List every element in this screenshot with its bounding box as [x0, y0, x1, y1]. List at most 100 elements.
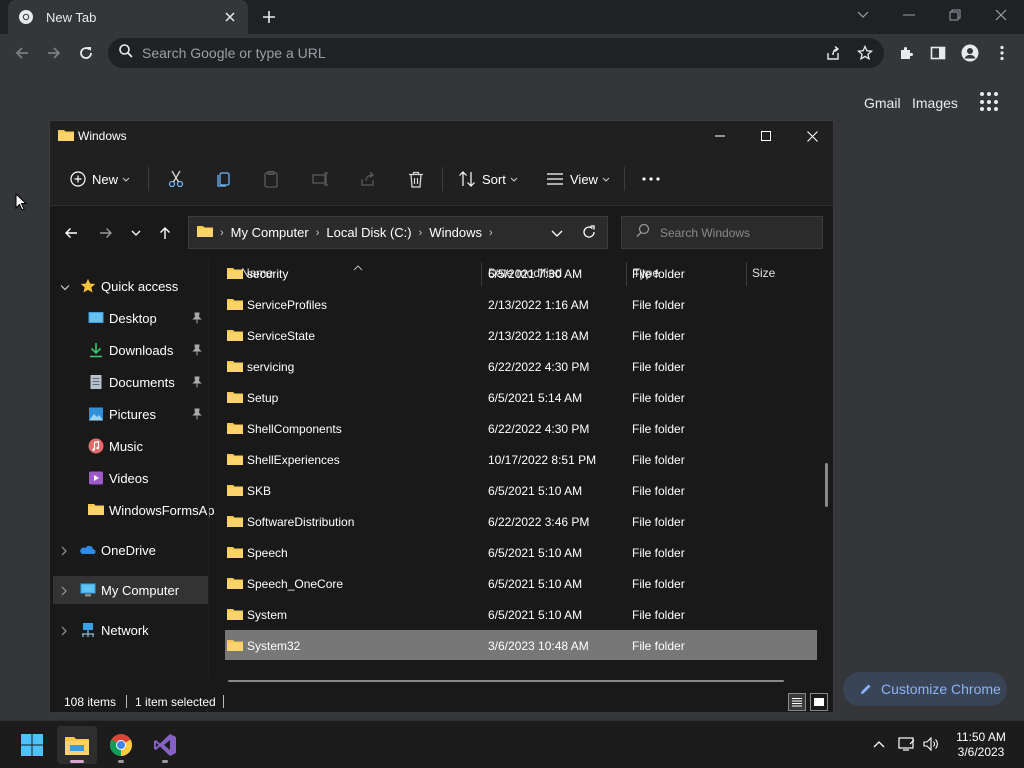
chevron-down-icon[interactable] — [60, 280, 70, 295]
nav-documents-label: Documents — [109, 375, 175, 390]
new-tab-button[interactable] — [258, 6, 280, 28]
profile-avatar-icon[interactable] — [956, 39, 984, 67]
search-input[interactable] — [660, 225, 810, 240]
nav-network[interactable]: Network — [50, 616, 208, 644]
omnibox[interactable] — [108, 38, 884, 68]
images-link[interactable]: Images — [912, 95, 958, 111]
nav-desktop[interactable]: Desktop — [50, 304, 208, 332]
view-button[interactable]: View — [546, 165, 610, 193]
table-row[interactable]: SKB 6/5/2021 5:10 AM File folder — [225, 475, 817, 505]
navigation-pane: Quick access Desktop Downloads Documents… — [50, 258, 214, 678]
details-view-icon[interactable] — [788, 693, 806, 711]
table-row[interactable]: ServiceState 2/13/2022 1:18 AM File folder — [225, 320, 817, 350]
nav-quick-access[interactable]: Quick access — [50, 272, 208, 300]
start-windows-icon[interactable] — [12, 726, 52, 764]
nav-videos[interactable]: Videos — [50, 464, 208, 492]
star-icon — [80, 278, 96, 294]
pin-icon — [192, 376, 202, 391]
explorer-maximize-icon[interactable] — [743, 121, 789, 151]
breadcrumb-windows[interactable]: Windows — [429, 225, 482, 240]
close-tab-icon[interactable] — [222, 9, 238, 25]
back-arrow-icon[interactable] — [8, 39, 36, 67]
table-row[interactable]: ShellComponents 6/22/2022 4:30 PM File fol… — [225, 413, 817, 443]
table-row[interactable]: Speech_OneCore 6/5/2021 5:10 AM File folde… — [225, 568, 817, 598]
breadcrumb-my-computer[interactable]: My Computer — [231, 225, 309, 240]
more-options-icon[interactable] — [642, 165, 660, 193]
explorer-minimize-icon[interactable] — [697, 121, 743, 151]
share-file-icon[interactable] — [360, 165, 376, 193]
cut-icon[interactable] — [168, 165, 184, 193]
table-row[interactable]: SoftwareDistribution 6/22/2022 3:46 PM Fil… — [225, 506, 817, 536]
vertical-scrollbar-thumb[interactable] — [825, 463, 828, 507]
show-hidden-icons-chevron-icon[interactable] — [870, 735, 888, 753]
extensions-puzzle-icon[interactable] — [892, 39, 920, 67]
horizontal-scrollbar-thumb[interactable] — [228, 680, 784, 682]
delete-trash-icon[interactable] — [408, 165, 424, 193]
forward-arrow-icon[interactable] — [40, 39, 68, 67]
nav-music[interactable]: Music — [50, 432, 208, 460]
mouse-pointer-icon — [15, 192, 28, 216]
tab-search-icon[interactable] — [840, 0, 886, 30]
taskbar-file-explorer[interactable] — [57, 726, 97, 764]
gmail-link[interactable]: Gmail — [864, 95, 901, 111]
forward-arrow-icon[interactable] — [94, 222, 118, 244]
bookmark-star-icon[interactable] — [857, 45, 873, 61]
refresh-icon[interactable] — [581, 224, 597, 243]
restore-icon[interactable] — [932, 0, 978, 30]
nav-windowsformsapp-label: WindowsFormsAp — [109, 503, 215, 518]
nav-documents[interactable]: Documents — [50, 368, 208, 396]
table-row[interactable]: System 6/5/2021 5:10 AM File folder — [225, 599, 817, 629]
close-window-icon[interactable] — [978, 0, 1024, 30]
copy-icon[interactable] — [216, 165, 232, 193]
table-row[interactable]: servicing 6/22/2022 4:30 PM File folder — [225, 351, 817, 381]
file-date-modified: 6/22/2022 4:30 PM — [488, 422, 590, 436]
back-arrow-icon[interactable] — [59, 222, 83, 244]
clock-time: 11:50 AM — [956, 730, 1006, 744]
table-row[interactable]: ServiceProfiles 2/13/2022 1:16 AM File fol… — [225, 289, 817, 319]
table-row[interactable]: security 6/5/2021 7:30 AM File folder — [225, 258, 817, 288]
side-panel-icon[interactable] — [924, 39, 952, 67]
network-status-icon[interactable] — [898, 735, 916, 753]
table-row[interactable]: Speech 6/5/2021 5:10 AM File folder — [225, 537, 817, 567]
chevron-right-icon[interactable] — [60, 544, 68, 559]
taskbar-visual-studio[interactable] — [145, 726, 185, 764]
nav-my-computer[interactable]: My Computer — [53, 576, 208, 604]
paste-icon[interactable] — [263, 165, 279, 193]
large-icons-view-icon[interactable] — [810, 693, 828, 711]
google-apps-icon[interactable] — [980, 92, 1000, 112]
sort-button[interactable]: Sort — [458, 165, 518, 193]
breadcrumb-local-disk[interactable]: Local Disk (C:) — [326, 225, 411, 240]
up-arrow-icon[interactable] — [153, 222, 177, 244]
share-icon[interactable] — [825, 45, 841, 61]
explorer-close-icon[interactable] — [789, 121, 833, 151]
chevron-right-icon[interactable] — [60, 584, 68, 599]
new-button[interactable]: New — [70, 165, 130, 193]
customize-chrome-button[interactable]: Customize Chrome — [843, 672, 1007, 706]
rename-icon[interactable] — [312, 165, 330, 193]
minimize-icon[interactable] — [886, 0, 932, 30]
search-box[interactable] — [621, 216, 823, 249]
onedrive-cloud-icon — [80, 542, 96, 558]
omnibox-input[interactable] — [142, 45, 802, 61]
table-row[interactable]: ShellExperiences 10/17/2022 8:51 PM File f… — [225, 444, 817, 474]
taskbar-chrome[interactable] — [101, 726, 141, 764]
file-type: File folder — [632, 639, 685, 653]
running-indicator — [118, 760, 124, 763]
taskbar-clock[interactable]: 11:50 AM 3/6/2023 — [946, 730, 1016, 760]
nav-downloads[interactable]: Downloads — [50, 336, 208, 364]
nav-onedrive[interactable]: OneDrive — [50, 536, 208, 564]
tab-new-tab[interactable]: New Tab — [8, 0, 248, 34]
nav-windowsformsapp[interactable]: WindowsFormsAp — [50, 496, 214, 524]
table-row-selected[interactable]: System32 3/6/2023 10:48 AM File folder — [225, 630, 817, 660]
volume-icon[interactable] — [922, 735, 940, 753]
file-type: File folder — [632, 360, 685, 374]
chrome-menu-icon[interactable] — [988, 39, 1016, 67]
address-bar[interactable]: › My Computer › Local Disk (C:) › Window… — [188, 216, 608, 249]
file-name: System32 — [247, 639, 301, 653]
reload-icon[interactable] — [72, 39, 100, 67]
table-row[interactable]: Setup 6/5/2021 5:14 AM File folder — [225, 382, 817, 412]
chevron-right-icon[interactable] — [60, 624, 68, 639]
address-dropdown-icon[interactable] — [551, 225, 563, 244]
recent-locations-chevron-icon[interactable] — [124, 222, 148, 244]
nav-pictures[interactable]: Pictures — [50, 400, 208, 428]
